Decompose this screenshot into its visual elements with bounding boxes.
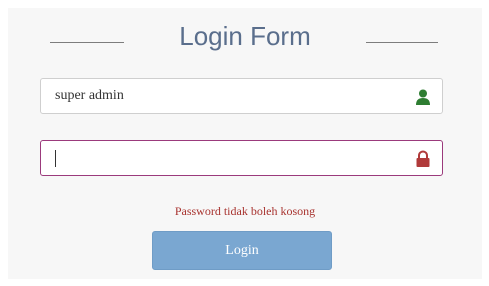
user-icon — [414, 88, 432, 106]
lock-icon — [414, 150, 432, 168]
title-divider-left — [50, 42, 124, 43]
title-divider-right — [366, 42, 438, 43]
password-error-message: Password tidak boleh kosong — [174, 204, 316, 218]
username-field[interactable] — [40, 78, 443, 114]
form-title: Login Form — [179, 21, 311, 51]
login-form-panel: Login Form Password tidak boleh kosong L… — [8, 8, 482, 279]
login-button[interactable]: Login — [152, 231, 332, 270]
form-header: Login Form — [8, 20, 482, 52]
username-input[interactable] — [41, 79, 401, 113]
password-field[interactable] — [40, 140, 443, 176]
text-cursor — [55, 150, 56, 167]
password-input[interactable] — [41, 141, 401, 175]
